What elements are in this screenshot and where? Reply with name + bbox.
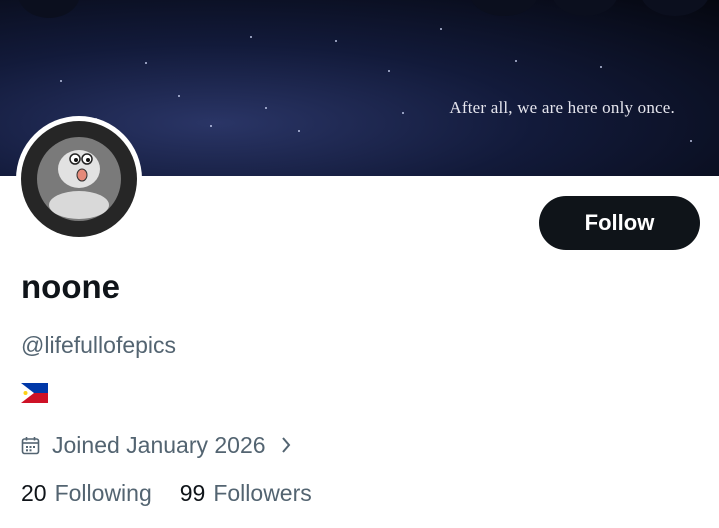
follow-button[interactable]: Follow: [539, 196, 700, 250]
following-label: Following: [54, 480, 152, 506]
following-count: 20: [21, 480, 47, 506]
calendar-icon: [21, 436, 40, 454]
display-name: noone: [21, 268, 120, 305]
joined-date: Joined January 2026: [52, 431, 266, 458]
followers-label: Followers: [213, 480, 312, 506]
chevron-right-icon[interactable]: [280, 436, 292, 454]
user-handle: @lifefullofepics: [21, 332, 177, 358]
avatar-image: [21, 121, 137, 237]
joined-date-row[interactable]: Joined January 2026: [21, 430, 292, 460]
banner-caption: After all, we are here only once.: [449, 98, 675, 117]
philippines-flag-icon: [21, 383, 48, 403]
follow-stats: 20 Following 99 Followers: [21, 480, 312, 507]
followers-link[interactable]: 99 Followers: [180, 480, 312, 507]
avatar[interactable]: [16, 116, 142, 242]
default-avatar-icon: [37, 137, 121, 221]
following-link[interactable]: 20 Following: [21, 480, 152, 507]
followers-count: 99: [179, 480, 206, 506]
